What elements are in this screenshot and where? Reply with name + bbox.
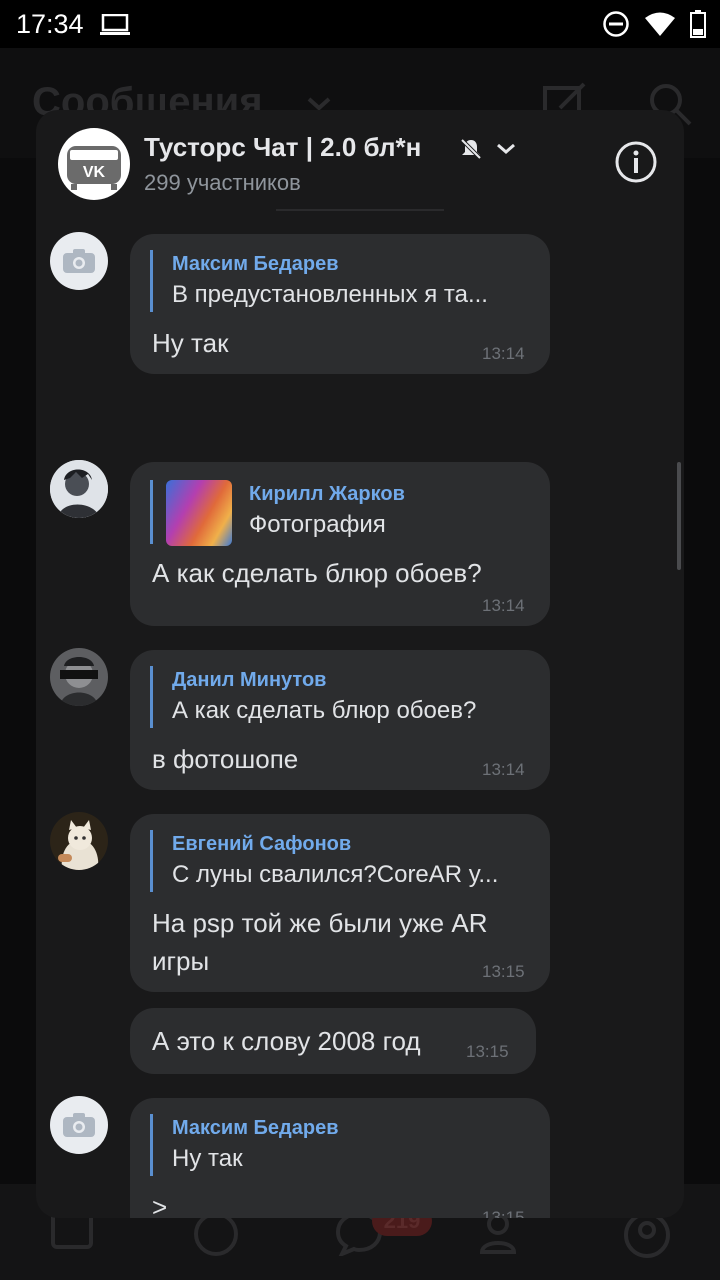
dnd-icon <box>602 10 630 43</box>
camera-icon <box>63 249 95 273</box>
avatar[interactable] <box>50 648 108 706</box>
message-text: А как сделать блюр обоев? <box>152 558 482 588</box>
message-bubble[interactable]: Максим Бедарев В предустановленных я та.… <box>130 234 550 374</box>
reply-author: Максим Бедарев <box>172 1117 339 1139</box>
chat-avatar[interactable]: VK <box>58 128 130 200</box>
message-bubble[interactable]: Максим Бедарев Ну так > 13:15 <box>130 1098 550 1218</box>
reply-text: Фотография <box>249 511 386 538</box>
info-button[interactable] <box>614 140 658 184</box>
reply-quote[interactable]: Максим Бедарев В предустановленных я та.… <box>150 250 532 312</box>
member-count: 299 участников <box>144 170 301 195</box>
message-bubble[interactable]: Евгений Сафонов С луны свалился?CoreAR у… <box>130 814 550 992</box>
message-text: А это к слову 2008 год <box>152 1026 421 1056</box>
wifi-icon <box>644 11 676 42</box>
reply-author: Кирилл Жарков <box>249 483 405 505</box>
status-time: 17:34 <box>16 9 84 39</box>
info-icon <box>615 141 657 183</box>
laptop-icon <box>100 13 130 41</box>
message-list[interactable]: Максим Бедарев В предустановленных я та.… <box>36 210 684 1218</box>
chevron-down-icon[interactable] <box>496 142 516 161</box>
message-text-line: игры <box>152 946 210 976</box>
chat-header[interactable]: VK Тусторс Чат | 2.0 бл*н 299 участников <box>36 110 684 211</box>
reply-author: Евгений Сафонов <box>172 833 352 855</box>
camera-icon <box>63 1113 95 1137</box>
reply-quote[interactable]: Евгений Сафонов С луны свалился?CoreAR у… <box>150 830 532 892</box>
message-time: 13:14 <box>482 344 525 363</box>
message-time: 13:15 <box>482 1208 525 1218</box>
reply-text: В предустановленных я та... <box>172 281 488 308</box>
photo-thumbnail[interactable] <box>166 480 232 546</box>
message-time: 13:14 <box>482 760 525 779</box>
chat-preview-card[interactable]: VK Тусторс Чат | 2.0 бл*н 299 участников… <box>36 110 684 1218</box>
chat-title[interactable]: Тусторс Чат | 2.0 бл*н <box>144 132 421 163</box>
message-text-line: На psp той же были уже AR <box>152 908 488 938</box>
svg-text:VK: VK <box>83 164 106 181</box>
reply-text: С луны свалился?CoreAR у... <box>172 861 499 888</box>
message-text: Ну так <box>152 328 229 358</box>
avatar[interactable] <box>50 232 108 290</box>
reply-quote[interactable]: Данил Минутов А как сделать блюр обоев? <box>150 666 532 728</box>
message-text: в фотошопе <box>152 744 299 774</box>
status-bar: 17:34 <box>0 0 720 48</box>
reply-quote[interactable]: Кирилл Жарков Фотография <box>150 480 532 546</box>
muted-icon <box>460 138 482 165</box>
avatar[interactable] <box>50 812 108 870</box>
vk-toaster-icon: VK <box>67 146 121 190</box>
battery-icon <box>690 10 706 43</box>
message-bubble[interactable]: А это к слову 2008 год 13:15 <box>130 1008 536 1074</box>
avatar[interactable] <box>50 1096 108 1154</box>
avatar[interactable] <box>50 460 108 518</box>
message-time: 13:15 <box>466 1042 509 1061</box>
scrollbar[interactable] <box>677 462 681 570</box>
message-text: > <box>152 1192 168 1218</box>
reply-quote[interactable]: Максим Бедарев Ну так <box>150 1114 532 1176</box>
reply-text: А как сделать блюр обоев? <box>172 697 477 724</box>
message-bubble[interactable]: Данил Минутов А как сделать блюр обоев? … <box>130 650 550 790</box>
reply-text: Ну так <box>172 1145 243 1172</box>
reply-author: Данил Минутов <box>172 669 327 691</box>
profile-tab-icon <box>622 1210 672 1265</box>
message-time: 13:15 <box>482 962 525 981</box>
message-bubble[interactable]: Кирилл Жарков Фотография А как сделать б… <box>130 462 550 626</box>
message-time: 13:14 <box>482 596 525 615</box>
reply-author: Максим Бедарев <box>172 253 339 275</box>
